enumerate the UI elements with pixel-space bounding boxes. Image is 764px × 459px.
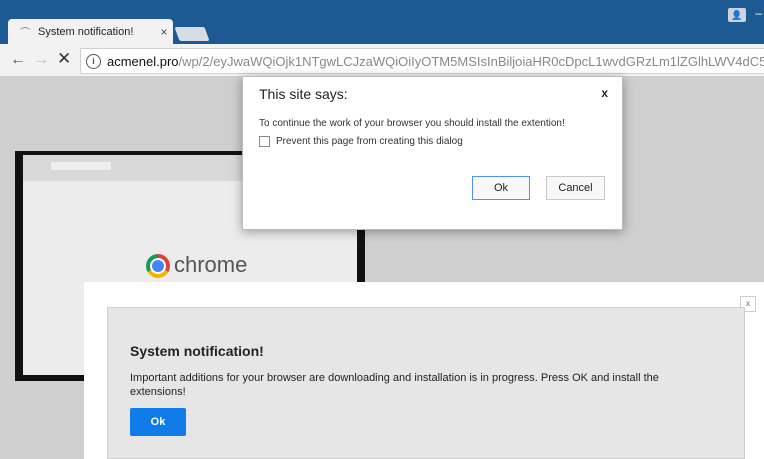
minimize-icon[interactable]: – xyxy=(755,6,762,20)
alert-title: This site says: xyxy=(259,86,348,102)
tab-system-notification[interactable]: ⌒ System notification! × xyxy=(8,19,173,44)
mini-tab xyxy=(51,162,111,170)
alert-close-icon[interactable]: x xyxy=(601,86,608,100)
address-bar[interactable]: i acmenel.pro/wp/2/eyJwaWQiOjk1NTgwLCJza… xyxy=(80,48,764,74)
notification-ok-button[interactable]: Ok xyxy=(130,408,186,436)
new-tab-button[interactable] xyxy=(174,27,210,41)
chrome-logo-icon xyxy=(146,254,170,278)
notification-text: Important additions for your browser are… xyxy=(130,372,659,398)
prevent-dialogs-label: Prevent this page from creating this dia… xyxy=(276,136,463,147)
url-host: acmenel.pro xyxy=(107,53,179,69)
notification-box: System notification! Important additions… xyxy=(107,307,745,459)
notification-overlay: x System notification! Important additio… xyxy=(84,282,764,459)
stop-loading-icon[interactable]: ✕ xyxy=(57,49,71,69)
back-icon[interactable]: ← xyxy=(10,51,26,69)
tab-strip: ⌒ System notification! × 👤 – xyxy=(0,0,764,44)
profile-icon[interactable]: 👤 xyxy=(728,8,746,22)
browser-window: ⌒ System notification! × 👤 – ← → ✕ i acm… xyxy=(0,0,764,459)
tab-close-icon[interactable]: × xyxy=(155,25,173,39)
url-text: acmenel.pro/wp/2/eyJwaWQiOjk1NTgwLCJzaWQ… xyxy=(107,54,764,69)
alert-cancel-button[interactable]: Cancel xyxy=(546,176,605,200)
notification-title: System notification! xyxy=(130,343,264,359)
url-path: /wp/2/eyJwaWQiOjk1NTgwLCJzaWQiOiIyOTM5MS… xyxy=(178,53,764,69)
prevent-dialogs-checkbox[interactable] xyxy=(259,136,270,147)
prevent-dialogs-checkbox-row[interactable]: Prevent this page from creating this dia… xyxy=(259,136,463,147)
info-icon[interactable]: i xyxy=(86,53,101,69)
chrome-wordmark: chrome xyxy=(174,252,248,277)
loading-icon: ⌒ xyxy=(20,28,30,39)
alert-ok-button[interactable]: Ok xyxy=(472,176,530,200)
alert-message: To continue the work of your browser you… xyxy=(259,118,565,129)
browser-toolbar: ← → ✕ i acmenel.pro/wp/2/eyJwaWQiOjk1NTg… xyxy=(0,44,764,77)
js-alert-dialog: This site says: x To continue the work o… xyxy=(242,76,623,230)
tab-title: System notification! xyxy=(38,25,134,38)
forward-icon[interactable]: → xyxy=(33,51,49,69)
